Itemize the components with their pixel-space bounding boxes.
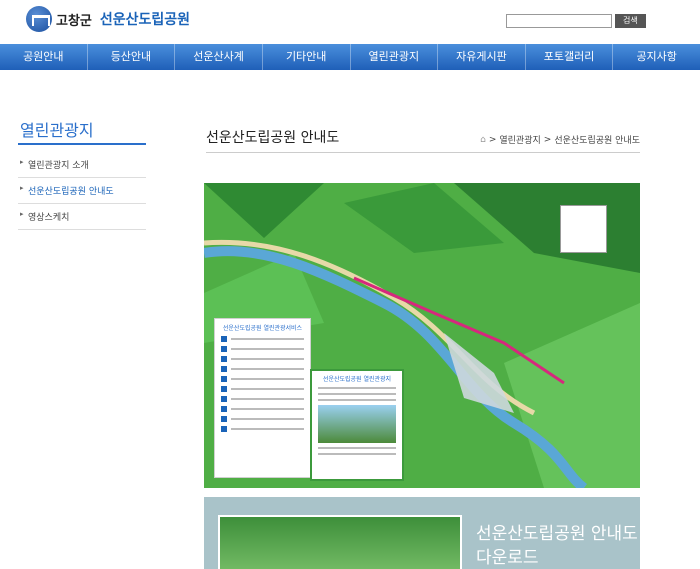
park-map-image: 선운산도립공원 열린관광서비스 선운산도립공원 열린관광지: [204, 183, 640, 488]
parking-icon: [221, 416, 227, 422]
legend-text-line: [231, 378, 304, 380]
card-text-line: [318, 387, 396, 389]
legend-text-line: [231, 358, 304, 360]
breadcrumb-separator: >: [488, 134, 497, 145]
legend-row: [221, 396, 304, 402]
accessibility-icon: [221, 346, 227, 352]
card-text-line: [318, 393, 396, 395]
sidebar-title: 열린관광지: [20, 121, 94, 140]
legend-text-line: [231, 338, 304, 340]
breadcrumb: ⌂ > 열린관광지 > 선운산도립공원 안내도: [480, 133, 640, 147]
accessibility-icon: [221, 396, 227, 402]
site-logo[interactable]: 고창군 선운산도립공원: [26, 6, 190, 32]
legend-text-line: [231, 428, 304, 430]
home-icon[interactable]: ⌂: [480, 135, 486, 145]
nav-notices[interactable]: 공지사항: [613, 44, 700, 70]
park-photo: [318, 405, 396, 443]
legend-row: [221, 356, 304, 362]
card-text-line: [318, 447, 396, 449]
sidebar-item-video-sketch[interactable]: 영상스케치: [18, 204, 146, 230]
nav-other-info[interactable]: 기타안내: [263, 44, 351, 70]
legend-text-line: [231, 398, 304, 400]
accessibility-icon: [221, 376, 227, 382]
logo-park-name: 선운산도립공원: [99, 12, 191, 28]
accessibility-icon: [221, 366, 227, 372]
download-title: 선운산도립공원 안내도: [476, 524, 638, 544]
download-label: 다운로드: [476, 548, 539, 568]
map-legend-panel: 선운산도립공원 열린관광서비스: [214, 318, 311, 478]
title-divider: [206, 152, 640, 153]
nav-park-info[interactable]: 공원안내: [0, 44, 88, 70]
logo-county-name: 고창군: [56, 13, 92, 29]
map-legend-title: 선운산도립공원 열린관광서비스: [222, 325, 303, 332]
card-text-line: [318, 399, 396, 401]
parking-icon: [221, 406, 227, 412]
card-text-line: [318, 453, 396, 455]
accessibility-icon: [221, 386, 227, 392]
legend-row: [221, 376, 304, 382]
legend-text-line: [231, 348, 304, 350]
sidebar-divider: [18, 143, 146, 145]
legend-text-line: [231, 368, 304, 370]
accessibility-icon: [221, 336, 227, 342]
map-inset-legend: [560, 205, 607, 253]
nav-open-tourism[interactable]: 열린관광지: [351, 44, 439, 70]
nav-hiking-info[interactable]: 등산안내: [88, 44, 176, 70]
legend-row: [221, 336, 304, 342]
nav-four-seasons[interactable]: 선운산사계: [175, 44, 263, 70]
sidebar-menu: 열린관광지 소개 선운산도립공원 안내도 영상스케치: [18, 152, 146, 230]
restroom-icon: [221, 426, 227, 432]
map-thumbnail: [218, 515, 462, 569]
legend-row: [221, 416, 304, 422]
legend-row: [221, 386, 304, 392]
search-input[interactable]: [506, 14, 612, 28]
sidebar-item-park-map[interactable]: 선운산도립공원 안내도: [18, 178, 146, 204]
breadcrumb-item[interactable]: 선운산도립공원 안내도: [554, 133, 640, 146]
search-button[interactable]: 검색: [615, 14, 646, 28]
legend-row: [221, 406, 304, 412]
accessibility-icon: [221, 356, 227, 362]
breadcrumb-item[interactable]: 열린관광지: [499, 133, 540, 146]
legend-row: [221, 346, 304, 352]
main-nav: 공원안내 등산안내 선운산사계 기타안내 열린관광지 자유게시판 포토갤러리 공…: [0, 44, 700, 70]
legend-row: [221, 426, 304, 432]
map-info-card-title: 선운산도립공원 열린관광지: [322, 376, 392, 383]
page-title: 선운산도립공원 안내도: [206, 130, 340, 146]
map-info-card: 선운산도립공원 열린관광지: [310, 369, 404, 481]
legend-text-line: [231, 418, 304, 420]
legend-text-line: [231, 408, 304, 410]
nav-free-board[interactable]: 자유게시판: [438, 44, 526, 70]
legend-text-line: [231, 388, 304, 390]
sidebar-item-intro[interactable]: 열린관광지 소개: [18, 152, 146, 178]
map-download-banner[interactable]: 선운산도립공원 안내도 다운로드: [204, 497, 640, 569]
legend-row: [221, 366, 304, 372]
nav-photo-gallery[interactable]: 포토갤러리: [526, 44, 614, 70]
breadcrumb-separator: >: [543, 134, 552, 145]
search-bar: 검색: [506, 14, 646, 28]
logo-emblem-icon: [26, 6, 52, 32]
